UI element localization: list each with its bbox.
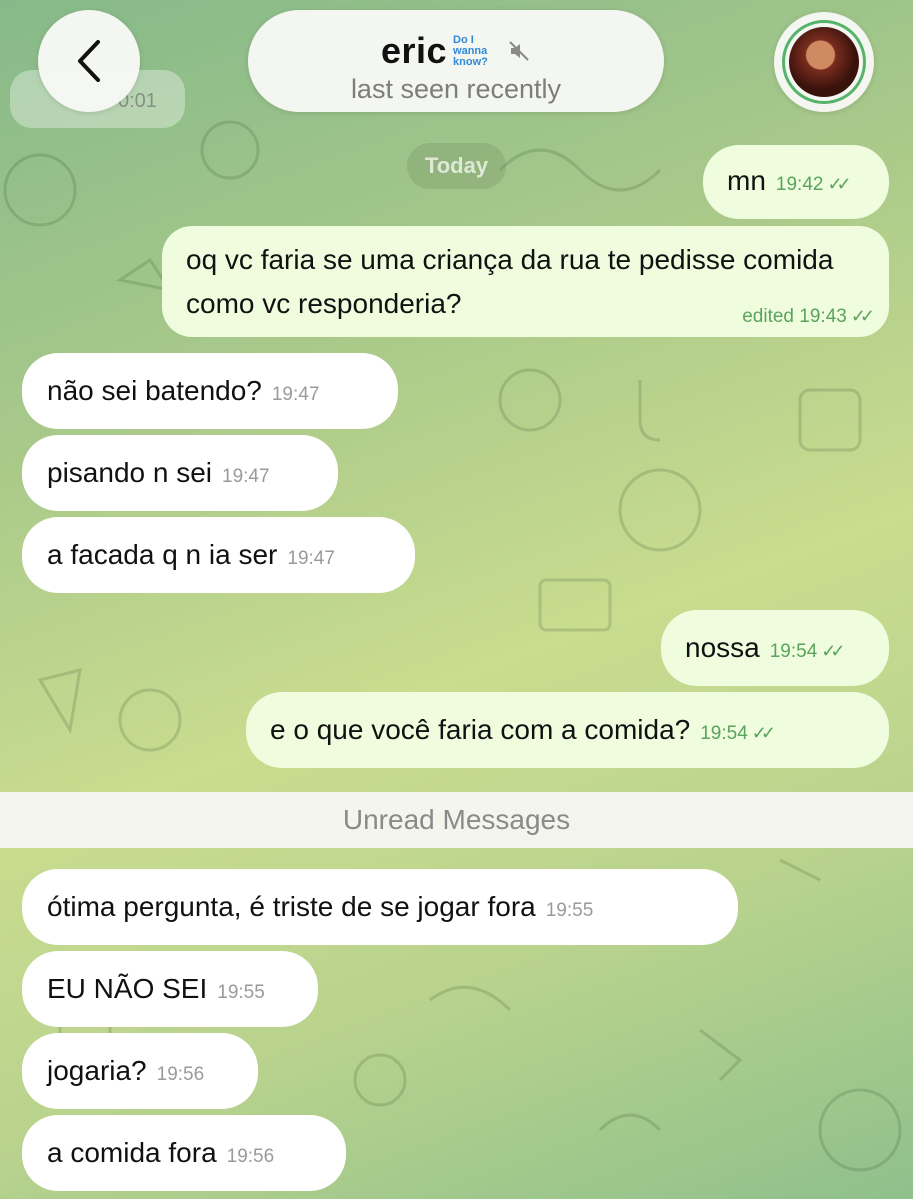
message-bubble-incoming[interactable]: a comida fora 19:56 (22, 1115, 346, 1191)
edited-label: edited (742, 306, 794, 327)
message-text: pisando n sei (47, 457, 213, 488)
message-time: 19:55 (217, 982, 265, 1003)
message-text: jogaria? (47, 1055, 147, 1086)
message-time: 19:54 (769, 641, 818, 662)
message-time: 19:47 (287, 548, 335, 569)
message-bubble-outgoing[interactable]: nossa 19:54 ✓✓ (661, 610, 889, 686)
read-checkmarks-icon: ✓✓ (850, 306, 875, 326)
message-text: EU NÃO SEI (47, 973, 208, 1004)
read-checkmarks-icon: ✓✓ (827, 174, 851, 194)
message-text: oq vc faria se uma criança da rua te ped… (186, 244, 834, 319)
message-bubble-outgoing[interactable]: e o que você faria com a comida? 19:54 ✓✓ (246, 692, 889, 768)
avatar (789, 27, 859, 97)
contact-avatar-button[interactable] (774, 12, 874, 112)
message-time: 19:42 (775, 174, 824, 195)
message-time: 19:54 (700, 723, 748, 744)
message-bubble-incoming[interactable]: não sei batendo? 19:47 (22, 353, 398, 429)
chevron-left-icon (78, 40, 100, 82)
back-button[interactable] (38, 10, 140, 112)
last-seen-status: last seen recently (350, 74, 562, 104)
contact-name: eric (380, 30, 448, 71)
message-bubble-incoming[interactable]: EU NÃO SEI 19:55 (22, 951, 318, 1027)
message-time: 19:47 (222, 466, 270, 487)
chat-header-title[interactable]: eric Do I wanna know? last seen recently (248, 10, 664, 112)
message-text: a facada q n ia ser (47, 539, 278, 570)
message-bubble-incoming[interactable]: jogaria? 19:56 (22, 1033, 258, 1109)
message-time: 19:56 (226, 1146, 275, 1167)
read-checkmarks-icon: ✓✓ (821, 641, 845, 661)
date-separator: Today (407, 143, 506, 189)
read-checkmarks-icon: ✓✓ (751, 723, 776, 743)
message-text: ótima pergunta, é triste de se jogar for… (47, 891, 536, 922)
message-time: 19:55 (545, 900, 594, 921)
emoji-status: Do I wanna know? (453, 33, 488, 68)
message-text: mn (727, 165, 766, 196)
message-text: e o que você faria com a comida? (270, 714, 691, 745)
message-bubble-outgoing[interactable]: mn 19:42 ✓✓ (703, 145, 889, 219)
message-bubble-incoming[interactable]: ótima pergunta, é triste de se jogar for… (22, 869, 738, 945)
message-time: 19:43 (799, 306, 847, 327)
message-text: não sei batendo? (47, 375, 262, 406)
muted-speaker-icon (509, 41, 529, 61)
message-text: nossa (685, 632, 760, 663)
message-bubble-incoming[interactable]: a facada q n ia ser 19:47 (22, 517, 415, 593)
message-time: 19:56 (156, 1064, 205, 1085)
message-time: 19:47 (271, 384, 320, 405)
message-bubble-outgoing[interactable]: oq vc faria se uma criança da rua te ped… (162, 226, 889, 337)
message-text: a comida fora (47, 1137, 217, 1168)
message-bubble-incoming[interactable]: pisando n sei 19:47 (22, 435, 338, 511)
unread-messages-divider: Unread Messages (0, 792, 913, 848)
